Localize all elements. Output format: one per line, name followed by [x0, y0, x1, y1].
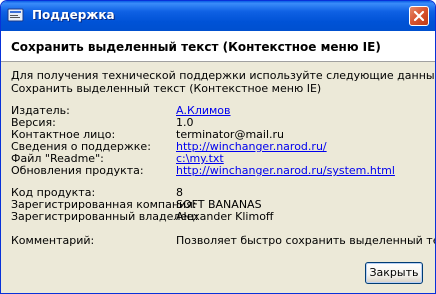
intro-text: Для получения технической поддержки испо… [11, 69, 436, 95]
close-window-button[interactable] [409, 6, 429, 26]
app-icon [7, 7, 25, 23]
dialog-heading: Сохранить выделенный текст (Контекстное … [11, 40, 381, 54]
updates-label: Обновления продукта: [11, 164, 144, 177]
support-dialog: Поддержка Сохранить выделенный текст (Ко… [0, 0, 436, 294]
owner-label: Зарегистрированный владелец: [11, 210, 199, 223]
intro-line-1: Для получения технической поддержки испо… [11, 69, 436, 82]
comment-row: Комментарий: Позволяет быстро сохранить … [11, 234, 435, 247]
updates-link[interactable]: http://winchanger.narod.ru/system.html [176, 165, 395, 177]
comment-value: Позволяет быстро сохранить выделенный те… [176, 234, 436, 247]
window-title: Поддержка [32, 8, 115, 22]
close-button[interactable]: Закрыть [365, 262, 423, 284]
intro-line-2: Сохранить выделенный текст (Контекстное … [11, 82, 322, 95]
header-panel: Сохранить выделенный текст (Контекстное … [1, 31, 435, 62]
close-icon [413, 10, 425, 22]
title-bar[interactable]: Поддержка [1, 1, 435, 31]
comment-label: Комментарий: [11, 234, 95, 247]
owner-value: Alexander Klimoff [176, 210, 274, 223]
